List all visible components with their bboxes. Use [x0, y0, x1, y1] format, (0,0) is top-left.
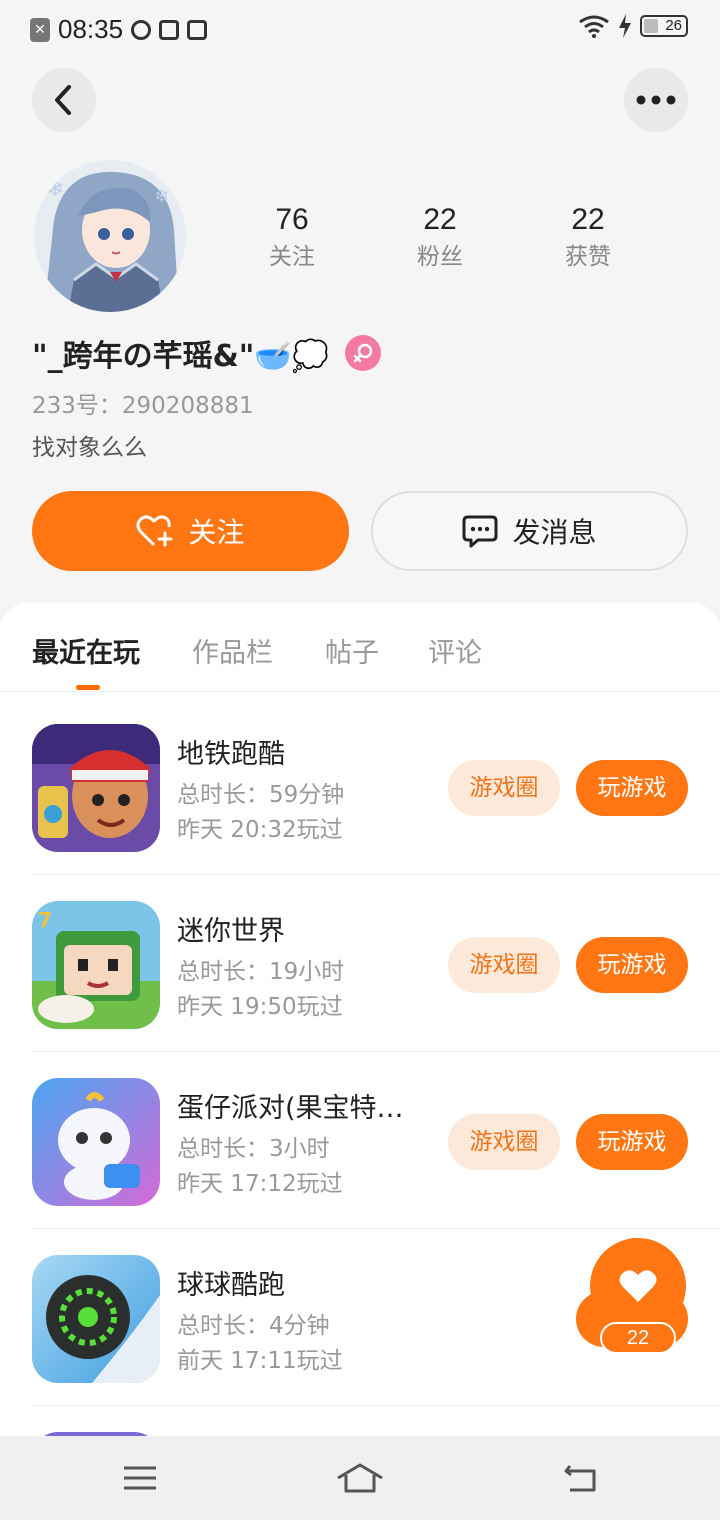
more-dots-icon: [636, 95, 676, 105]
message-bubble-icon: [462, 515, 498, 548]
status-left: ✕ 08:35: [30, 14, 208, 45]
user-bio: 找对象么么: [32, 435, 147, 461]
subway-surfers-image: [32, 724, 160, 852]
user-id: 233号：290208881: [32, 386, 254, 420]
game-icon-ball-run[interactable]: [32, 1255, 160, 1383]
like-circle[interactable]: [590, 1238, 686, 1334]
home-button[interactable]: [336, 1456, 384, 1500]
back-icon: [564, 1465, 596, 1492]
mini-world-image: 7: [32, 901, 160, 1029]
heart-plus-icon: [136, 515, 173, 547]
stat-fans-label: 粉丝: [417, 244, 463, 270]
tab-posts[interactable]: 帖子: [325, 631, 379, 670]
stat-fans-count: 22: [423, 203, 457, 236]
like-float-button[interactable]: 22: [590, 1238, 686, 1354]
camera-notification-icon: [187, 19, 208, 40]
follow-label: 关注: [188, 516, 245, 549]
game-duration: 总时长：4分钟: [177, 1313, 330, 1339]
game-row[interactable]: 7 迷你世界 总时长：19小时 昨天 19:50玩过 游戏圈 玩游戏: [32, 875, 720, 1052]
svg-text:❄: ❄: [46, 177, 64, 202]
stat-following-label: 关注: [269, 244, 315, 270]
play-game-button[interactable]: 玩游戏: [576, 1114, 688, 1170]
tab-comments[interactable]: 评论: [428, 631, 482, 670]
game-circle-button[interactable]: 游戏圈: [448, 1114, 560, 1170]
game-icon-mini-world[interactable]: 7: [32, 901, 160, 1029]
like-count: 22: [600, 1322, 676, 1354]
tab-recent-playing[interactable]: 最近在玩: [32, 631, 140, 670]
game-duration: 总时长：59分钟: [177, 782, 345, 808]
stat-likes-count: 22: [571, 203, 605, 236]
profile-stats: 76 关注 22 粉丝 22 获赞: [218, 200, 662, 274]
message-button[interactable]: 发消息: [371, 491, 688, 571]
back-button[interactable]: [32, 68, 96, 132]
charging-icon: [619, 14, 631, 38]
heart-icon: [619, 1270, 657, 1302]
message-label: 发消息: [512, 516, 597, 549]
svg-text:❄: ❄: [154, 186, 169, 207]
battery-indicator: 26: [640, 15, 688, 37]
game-last-played: 昨天 19:50玩过: [177, 994, 343, 1020]
game-duration: 总时长：3小时: [177, 1136, 330, 1162]
game-duration: 总时长：19小时: [177, 959, 345, 985]
play-game-button[interactable]: 玩游戏: [576, 760, 688, 816]
more-button[interactable]: [624, 68, 688, 132]
notification-icon: ✕: [30, 17, 50, 42]
username: "_跨年の芊瑶&"🥣💭: [32, 339, 330, 374]
tab-indicator: [76, 685, 100, 690]
game-row[interactable]: 地铁跑酷 总时长：59分钟 昨天 20:32玩过 游戏圈 玩游戏: [32, 698, 720, 875]
tab-bar: 最近在玩 作品栏 帖子 评论: [0, 603, 720, 692]
game-name: 蛋仔派对(果宝特…: [177, 1093, 404, 1124]
avatar-image: ❄ ❄: [34, 160, 186, 312]
battery-level: 26: [665, 17, 682, 34]
game-name: 球球酷跑: [177, 1270, 285, 1301]
game-circle-button[interactable]: 游戏圈: [448, 937, 560, 993]
wifi-icon: [579, 15, 609, 38]
female-icon: [345, 335, 382, 371]
stat-following-count: 76: [275, 203, 309, 236]
chevron-left-icon: [55, 85, 71, 115]
game-name: 地铁跑酷: [177, 739, 285, 770]
svg-text:7: 7: [38, 908, 52, 932]
name-row: "_跨年の芊瑶&"🥣💭: [32, 330, 382, 376]
avatar[interactable]: ❄ ❄: [34, 160, 186, 312]
follow-button[interactable]: 关注: [32, 491, 349, 571]
game-icon-subway-surfers[interactable]: [32, 724, 160, 852]
stat-fans[interactable]: 22 粉丝: [366, 200, 514, 274]
game-name: 迷你世界: [177, 916, 285, 947]
chat-notification-icon: [131, 19, 152, 40]
status-right: 26: [578, 14, 688, 38]
stat-likes-label: 获赞: [565, 244, 611, 270]
female-symbol-icon: [353, 343, 373, 363]
eggy-party-image: [32, 1078, 160, 1206]
app-notification-icon: [159, 19, 180, 40]
game-last-played: 前天 17:11玩过: [177, 1348, 343, 1374]
menu-icon: [124, 1466, 156, 1490]
stat-likes[interactable]: 22 获赞: [514, 200, 662, 274]
stat-following[interactable]: 76 关注: [218, 200, 366, 274]
tab-works[interactable]: 作品栏: [192, 631, 273, 670]
play-game-button[interactable]: 玩游戏: [576, 937, 688, 993]
system-nav-bar: [0, 1436, 720, 1520]
home-icon: [337, 1463, 383, 1493]
status-bar: ✕ 08:35 26: [0, 0, 720, 58]
status-time: 08:35: [58, 14, 124, 44]
game-last-played: 昨天 17:12玩过: [177, 1171, 343, 1197]
menu-button[interactable]: [116, 1456, 164, 1500]
user-id-label: 233号：: [32, 393, 122, 419]
game-last-played: 昨天 20:32玩过: [177, 817, 343, 843]
system-back-button[interactable]: [556, 1456, 604, 1500]
game-icon-eggy-party[interactable]: [32, 1078, 160, 1206]
game-circle-button[interactable]: 游戏圈: [448, 760, 560, 816]
user-id-value: 290208881: [121, 393, 254, 419]
game-row[interactable]: 蛋仔派对(果宝特… 总时长：3小时 昨天 17:12玩过 游戏圈 玩游戏: [32, 1052, 720, 1229]
ball-run-image: [32, 1255, 160, 1383]
